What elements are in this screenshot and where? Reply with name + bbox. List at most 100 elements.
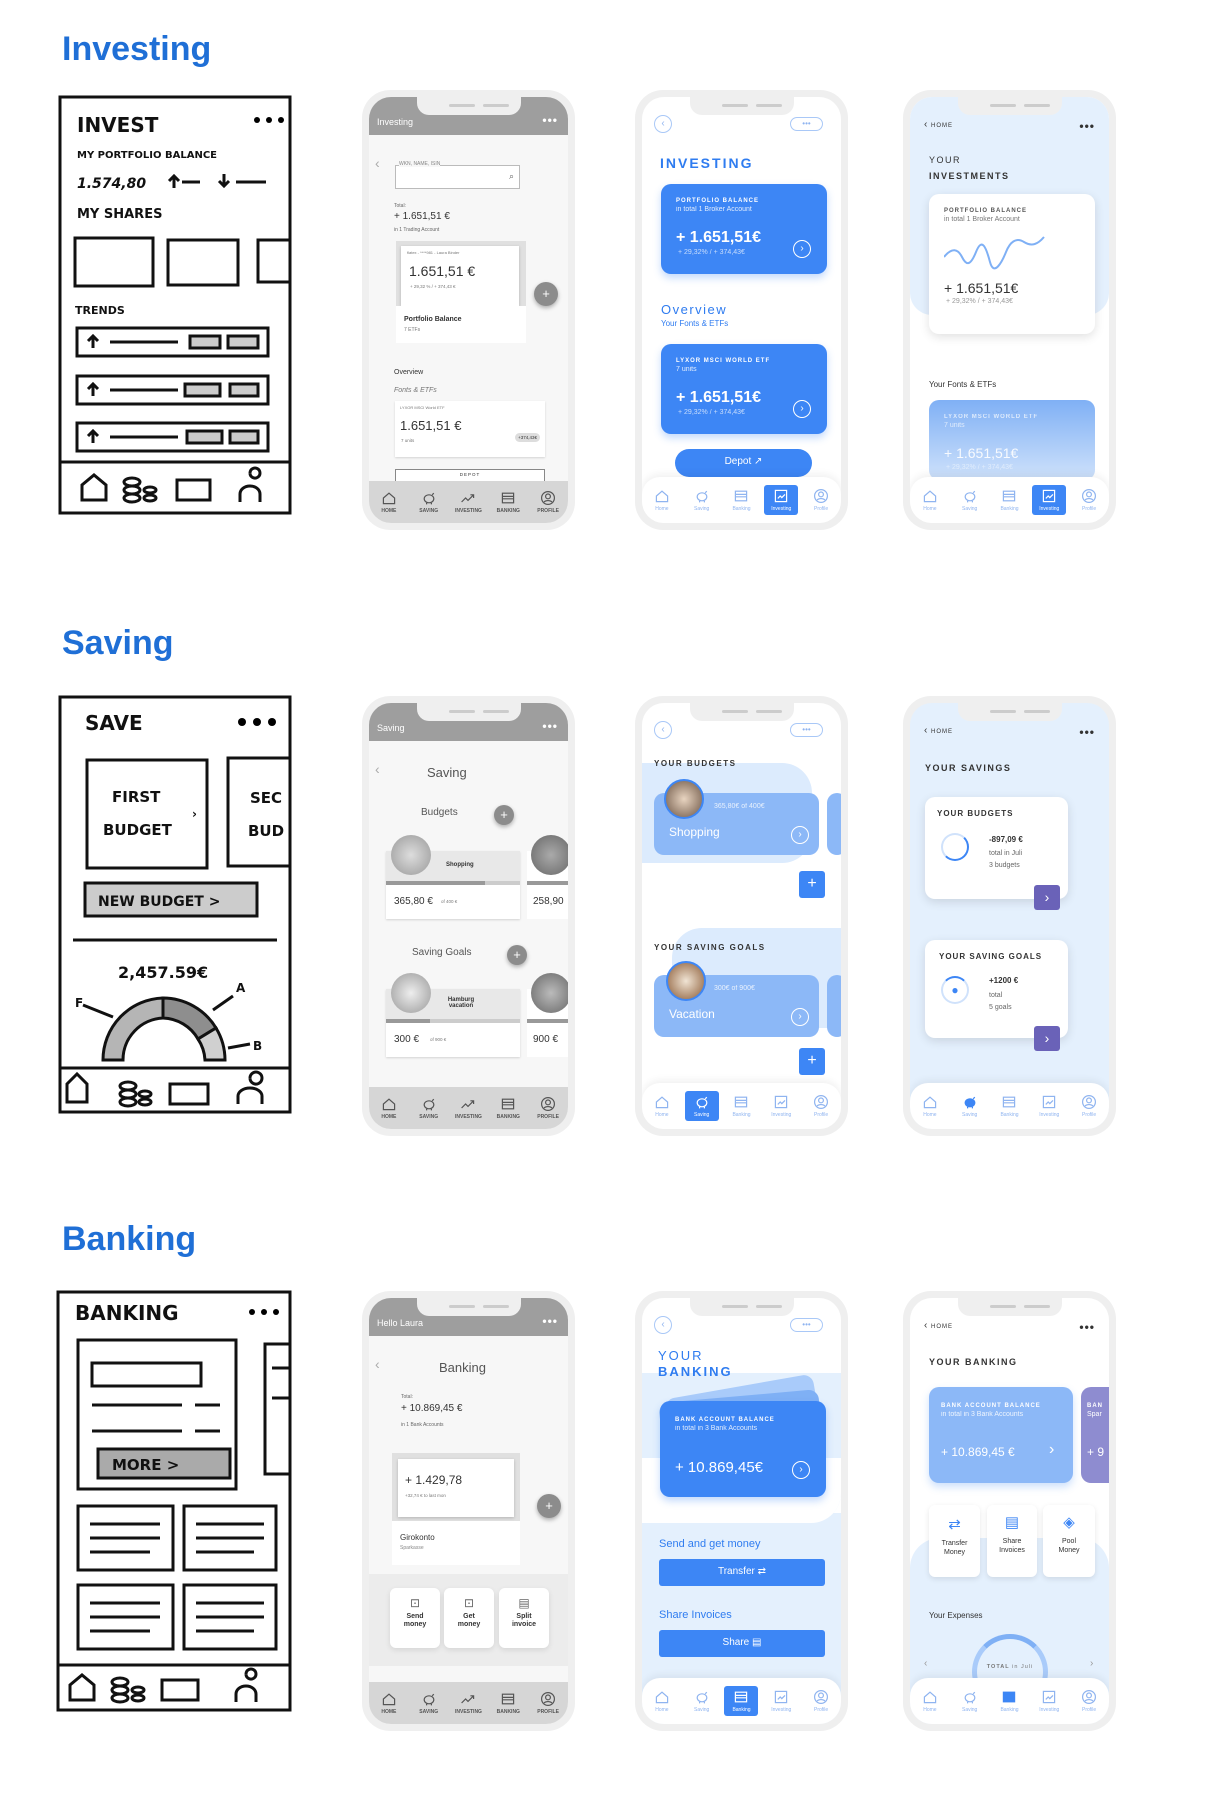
nav-item-banking[interactable]: Banking <box>724 485 758 515</box>
nav-item-saving[interactable]: Saving <box>685 1686 719 1716</box>
portfolio-card[interactable]: flatex - ****981 - Laura Binder 1.651,51… <box>396 241 526 343</box>
share-button[interactable]: Share ▤ <box>659 1630 825 1657</box>
nav-item-profile[interactable]: PROFILE <box>531 1688 565 1718</box>
add-button[interactable]: + <box>534 282 558 306</box>
more-icon[interactable]: ••• <box>1079 119 1095 133</box>
back-button[interactable]: ‹ <box>654 1316 672 1334</box>
goals-chevron-button[interactable]: › <box>1034 1026 1060 1051</box>
nav-item-banking[interactable]: Banking <box>992 1686 1026 1716</box>
next-chevron-icon[interactable]: › <box>1090 1658 1093 1669</box>
card-icon <box>735 1691 748 1703</box>
add-goal-button[interactable]: + <box>507 945 527 965</box>
nav-item-investing[interactable]: INVESTING <box>451 1093 485 1123</box>
nav-item-banking[interactable]: Banking <box>724 1091 758 1121</box>
back-link[interactable]: ‹ HOME <box>924 725 953 736</box>
svg-text:BUD: BUD <box>248 822 284 840</box>
nav-item-investing[interactable]: INVESTING <box>451 487 485 517</box>
nav-item-investing[interactable]: Investing <box>764 1686 798 1716</box>
nav-item-home[interactable]: Home <box>913 485 947 515</box>
nav-item-home[interactable]: Home <box>645 1091 679 1121</box>
back-button[interactable]: ‹ <box>654 721 672 739</box>
more-button[interactable]: ••• <box>790 117 823 131</box>
nav-item-profile[interactable]: Profile <box>1072 1686 1106 1716</box>
back-button[interactable]: ‹ <box>654 115 672 133</box>
etf-card[interactable]: LYXOR MSCI WORLD ETF 7 units + 1.651,51€… <box>929 400 1095 480</box>
transfer-money-tile[interactable]: ⇄ Transfer Money <box>929 1505 980 1577</box>
more-icon[interactable]: ••• <box>542 719 558 733</box>
nav-item-home[interactable]: Home <box>645 485 679 515</box>
pool-money-tile[interactable]: ◈ Pool Money <box>1043 1505 1095 1577</box>
nav-item-saving[interactable]: SAVING <box>412 1093 446 1123</box>
etf-card[interactable]: LYXOR MSCI World ETF 1.651,51 € 7 units … <box>395 401 545 457</box>
bank-balance-card[interactable]: BANK ACCOUNT BALANCE in total in 3 Bank … <box>660 1401 826 1497</box>
account-card[interactable]: + 1.429,78 +32,74 € to last mon Girokont… <box>392 1453 520 1565</box>
share-invoices-tile[interactable]: ▤ Share Invoices <box>987 1505 1037 1577</box>
nav-item-saving[interactable]: Saving <box>685 485 719 515</box>
portfolio-card[interactable]: PORTFOLIO BALANCE in total 1 Broker Acco… <box>661 184 827 274</box>
nav-item-saving[interactable]: SAVING <box>412 487 446 517</box>
more-icon[interactable]: ••• <box>1079 1320 1095 1334</box>
nav-item-home[interactable]: HOME <box>372 1093 406 1123</box>
add-budget-button[interactable]: + <box>494 805 514 825</box>
nav-item-saving[interactable]: Saving <box>953 1091 987 1121</box>
nav-item-profile[interactable]: Profile <box>1072 1091 1106 1121</box>
nav-item-banking[interactable]: Banking <box>724 1686 759 1716</box>
more-icon[interactable]: ••• <box>542 113 558 127</box>
second-account-card[interactable]: BAN Spar + 9 <box>1081 1387 1109 1483</box>
nav-item-profile[interactable]: PROFILE <box>531 1093 565 1123</box>
chevron-right-icon: › <box>792 1461 810 1479</box>
nav-item-investing[interactable]: Investing <box>1032 1091 1066 1121</box>
add-goal-button[interactable]: + <box>799 1048 825 1075</box>
nav-item-banking[interactable]: BANKING <box>491 1093 525 1123</box>
back-link[interactable]: ‹ HOME <box>924 119 953 130</box>
search-input[interactable]: WKN, NAME, ISIN ⌕ <box>395 161 520 189</box>
send-money-tile[interactable]: ⊡ Send money <box>390 1588 440 1648</box>
portfolio-card[interactable]: PORTFOLIO BALANCE in total 1 Broker Acco… <box>929 194 1095 334</box>
bottom-nav: Home Saving Banking Investing Profile <box>642 1678 841 1724</box>
back-chevron-icon[interactable]: ‹ <box>375 1356 380 1372</box>
nav-item-saving[interactable]: Saving <box>684 1091 719 1121</box>
nav-item-profile[interactable]: Profile <box>1072 485 1106 515</box>
budgets-card[interactable]: YOUR BUDGETS -897,09 € total in Juli 3 b… <box>925 797 1068 899</box>
split-invoice-tile[interactable]: ▤ Split invoice <box>499 1588 549 1648</box>
nav-item-profile[interactable]: Profile <box>804 1091 838 1121</box>
get-money-tile[interactable]: ⊡ Get money <box>444 1588 494 1648</box>
nav-item-saving[interactable]: Saving <box>953 1686 987 1716</box>
nav-item-investing[interactable]: Investing <box>1032 1686 1066 1716</box>
nav-item-home[interactable]: Home <box>913 1686 947 1716</box>
bank-balance-card[interactable]: BANK ACCOUNT BALANCE in total in 3 Bank … <box>929 1387 1073 1483</box>
nav-item-banking[interactable]: BANKING <box>491 487 525 517</box>
more-icon[interactable]: ••• <box>542 1314 558 1328</box>
nav-item-banking[interactable]: Banking <box>992 1091 1026 1121</box>
nav-item-home[interactable]: HOME <box>372 487 406 517</box>
budgets-chevron-button[interactable]: › <box>1034 885 1060 910</box>
nav-item-home[interactable]: HOME <box>372 1688 406 1718</box>
nav-item-profile[interactable]: Profile <box>804 1686 838 1716</box>
nav-item-banking[interactable]: Banking <box>992 485 1026 515</box>
add-account-button[interactable]: + <box>537 1494 561 1518</box>
nav-item-investing[interactable]: Investing <box>764 1091 798 1121</box>
etf-card[interactable]: LYXOR MSCI WORLD ETF 7 units + 1.651,51€… <box>661 344 827 434</box>
nav-item-home[interactable]: Home <box>645 1686 679 1716</box>
nav-item-banking[interactable]: BANKING <box>491 1688 525 1718</box>
goals-card[interactable]: YOUR SAVING GOALS ● +1200 € total 5 goal… <box>925 940 1068 1038</box>
nav-item-investing[interactable]: Investing <box>764 485 799 515</box>
transfer-button[interactable]: Transfer ⇄ <box>659 1559 825 1586</box>
nav-item-saving[interactable]: SAVING <box>412 1688 446 1718</box>
profile-icon <box>234 1667 258 1702</box>
nav-item-profile[interactable]: Profile <box>804 485 838 515</box>
nav-item-saving[interactable]: Saving <box>953 485 987 515</box>
back-chevron-icon[interactable]: ‹ <box>375 761 380 777</box>
nav-item-home[interactable]: Home <box>913 1091 947 1121</box>
nav-item-profile[interactable]: PROFILE <box>531 487 565 517</box>
add-budget-button[interactable]: + <box>799 871 825 898</box>
nav-item-investing[interactable]: Investing <box>1032 485 1067 515</box>
more-button[interactable]: ••• <box>790 723 823 737</box>
prev-chevron-icon[interactable]: ‹ <box>924 1658 927 1669</box>
more-button[interactable]: ••• <box>790 1318 823 1332</box>
back-chevron-icon[interactable]: ‹ <box>375 155 380 171</box>
depot-button[interactable]: Depot ↗ <box>675 449 812 477</box>
back-link[interactable]: ‹ HOME <box>924 1320 953 1331</box>
nav-item-investing[interactable]: INVESTING <box>451 1688 485 1718</box>
more-icon[interactable]: ••• <box>1079 725 1095 739</box>
